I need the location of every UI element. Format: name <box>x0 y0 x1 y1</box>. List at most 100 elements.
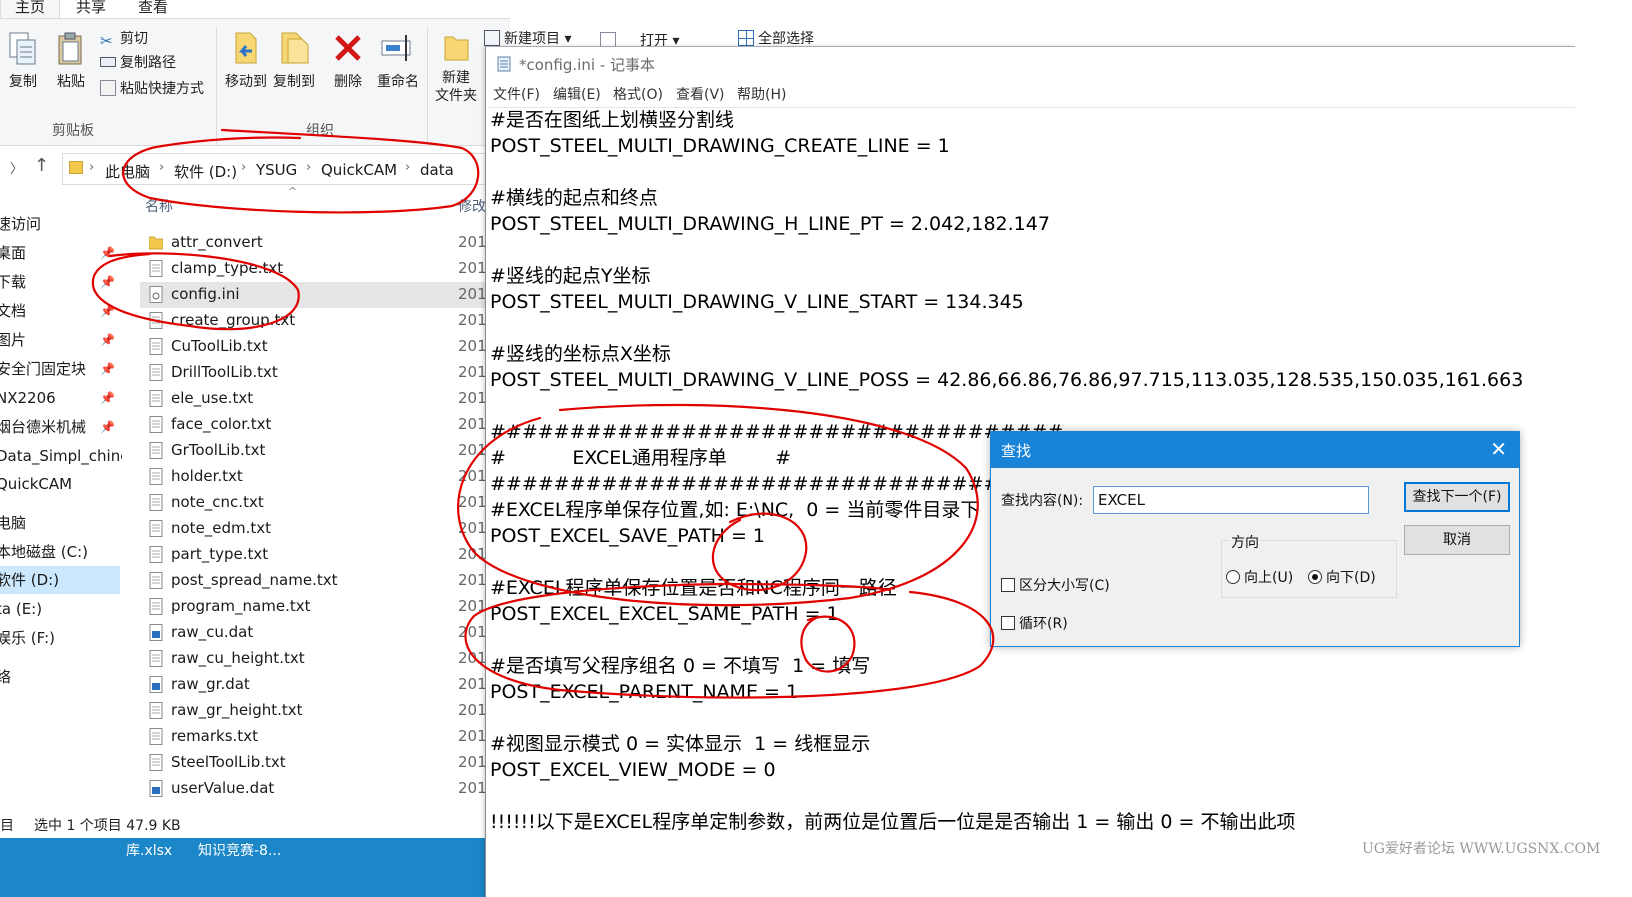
file-name: raw_cu_height.txt <box>171 649 305 667</box>
tab-share[interactable]: 共享 <box>76 0 106 18</box>
nav-item-drive-d[interactable]: 软件 (D:) <box>0 566 120 594</box>
breadcrumb-ysug[interactable]: YSUG <box>256 161 297 179</box>
file-row[interactable]: config.ini 201 <box>140 282 510 308</box>
cut-label: 剪切 <box>120 31 148 47</box>
file-date: 201 <box>458 259 487 277</box>
file-row[interactable]: note_edm.txt 201 <box>140 516 510 542</box>
file-row[interactable]: userValue.dat 201 <box>140 776 510 802</box>
file-row[interactable]: face_color.txt 201 <box>140 412 510 438</box>
file-row[interactable]: clamp_type.txt 201 <box>140 256 510 282</box>
notepad-title-bar[interactable]: *config.ini - 记事本 <box>486 47 1576 81</box>
taskbar-item-xlsx[interactable]: 库.xlsx <box>126 839 172 863</box>
nav-item-drive-e[interactable]: ta (E:) <box>0 595 120 623</box>
menu-file[interactable]: 文件(F) <box>493 84 540 104</box>
match-case-checkbox[interactable]: 区分大小写(C) <box>1001 575 1110 595</box>
breadcrumb-this-pc[interactable]: 此电脑 <box>105 161 150 182</box>
nav-item-documents[interactable]: 文档 📌 <box>0 297 120 325</box>
paste-shortcut-button[interactable]: 粘贴快捷方式 <box>100 78 204 100</box>
file-row[interactable]: ele_use.txt 201 <box>140 386 510 412</box>
file-row[interactable]: DrillToolLib.txt 201 <box>140 360 510 386</box>
find-what-input[interactable] <box>1093 486 1369 514</box>
file-name: raw_gr_height.txt <box>171 701 303 719</box>
ribbon: 复制 粘贴 ✂ 剪切 复制路径 粘贴快捷方式 剪贴板 移动到 复制到 删除 重命… <box>0 18 510 146</box>
file-row[interactable]: raw_gr_height.txt 201 <box>140 698 510 724</box>
forward-arrow-icon[interactable]: 〉 <box>10 158 23 177</box>
breadcrumb-data[interactable]: data <box>420 161 454 179</box>
file-row[interactable]: SteelToolLib.txt 201 <box>140 750 510 776</box>
move-to-icon <box>235 32 257 64</box>
file-row[interactable]: post_spread_name.txt 201 <box>140 568 510 594</box>
pin-icon: 📌 <box>100 420 115 434</box>
nav-item-quick-access[interactable]: 速访问 <box>0 210 120 238</box>
menu-edit[interactable]: 编辑(E) <box>553 84 601 104</box>
file-name: post_spread_name.txt <box>171 571 338 589</box>
direction-up-radio[interactable]: 向上(U) <box>1226 567 1293 587</box>
rename-button[interactable]: 重命名 <box>374 29 422 91</box>
text-file-icon <box>149 702 163 719</box>
cancel-button[interactable]: 取消 <box>1404 525 1510 555</box>
file-row[interactable]: attr_convert 201 <box>140 230 510 256</box>
menu-view[interactable]: 查看(V) <box>676 84 725 104</box>
nav-item-network[interactable]: 络 <box>0 663 120 691</box>
column-header-modified[interactable]: 修改 <box>458 190 486 224</box>
copy-to-button[interactable]: 复制到 <box>270 29 318 91</box>
nav-item-drive-c[interactable]: 本地磁盘 (C:) <box>0 538 120 566</box>
menu-format[interactable]: 格式(O) <box>613 84 663 104</box>
move-to-button[interactable]: 移动到 <box>222 29 270 91</box>
tab-view[interactable]: 查看 <box>138 0 168 18</box>
nav-item-quickcam[interactable]: QuickCAM <box>0 470 120 498</box>
nav-item-yantai[interactable]: 烟台德米机械 📌 <box>0 413 120 441</box>
nav-item-this-pc[interactable]: 电脑 <box>0 509 120 537</box>
taskbar-item-quiz[interactable]: 知识竞赛-8... <box>198 839 281 863</box>
text-file-icon <box>149 312 163 329</box>
new-folder-button[interactable]: 新建 文件夹 <box>432 29 480 105</box>
file-row[interactable]: program_name.txt 201 <box>140 594 510 620</box>
file-row[interactable]: raw_cu_height.txt 201 <box>140 646 510 672</box>
delete-button[interactable]: 删除 <box>330 29 366 91</box>
nav-item-label: ta (E:) <box>0 600 43 618</box>
breadcrumb-quickcam[interactable]: QuickCAM <box>321 161 397 179</box>
file-name: raw_cu.dat <box>171 623 254 641</box>
nav-item-desktop[interactable]: 桌面 📌 <box>0 239 120 267</box>
direction-down-radio[interactable]: 向下(D) <box>1308 567 1376 587</box>
paste-button[interactable]: 粘贴 <box>54 31 88 91</box>
address-bar[interactable]: › 此电脑 › 软件 (D:) › YSUG › QuickCAM › data <box>62 153 502 185</box>
nav-item-data-simpl[interactable]: Data_Simpl_chines <box>0 442 122 470</box>
taskbar: 库.xlsx 知识竞赛-8... <box>0 838 510 897</box>
nav-item-pictures[interactable]: 图片 📌 <box>0 326 120 354</box>
close-icon[interactable]: ✕ <box>1490 437 1507 461</box>
copy-button[interactable]: 复制 <box>6 31 40 91</box>
checkbox-icon <box>1001 578 1015 592</box>
nav-item-nx2206[interactable]: NX2206 📌 <box>0 384 120 412</box>
nav-item-safety-door[interactable]: 安全门固定块 📌 <box>0 355 120 383</box>
file-row[interactable]: remarks.txt 201 <box>140 724 510 750</box>
breadcrumb-drive-d[interactable]: 软件 (D:) <box>174 161 237 182</box>
find-next-button[interactable]: 查找下一个(F) <box>1404 482 1510 512</box>
file-row[interactable]: part_type.txt 201 <box>140 542 510 568</box>
nav-item-downloads[interactable]: 下载 📌 <box>0 268 120 296</box>
copy-to-icon <box>281 32 309 64</box>
file-row[interactable]: create_group.txt 201 <box>140 308 510 334</box>
file-name: clamp_type.txt <box>171 259 284 277</box>
file-row[interactable]: CuToolLib.txt 201 <box>140 334 510 360</box>
navigation-pane: 速访问 桌面 📌 下载 📌 文档 📌 图片 📌 安全门固定块 📌 NX2206 📌 烟台德米… <box>0 205 122 815</box>
file-row[interactable]: note_cnc.txt 201 <box>140 490 510 516</box>
file-row[interactable]: raw_cu.dat 201 <box>140 620 510 646</box>
rename-icon <box>381 35 411 61</box>
notepad-icon <box>497 56 511 72</box>
copy-path-label: 复制路径 <box>120 55 176 71</box>
file-row[interactable]: raw_gr.dat 201 <box>140 672 510 698</box>
nav-item-drive-f[interactable]: 娱乐 (F:) <box>0 624 120 652</box>
file-name: CuToolLib.txt <box>171 337 268 355</box>
wrap-checkbox[interactable]: 循环(R) <box>1001 613 1068 633</box>
copy-path-button[interactable]: 复制路径 <box>100 52 176 74</box>
file-name: raw_gr.dat <box>171 675 250 693</box>
up-arrow-icon[interactable]: ↑ <box>34 155 49 176</box>
file-row[interactable]: holder.txt 201 <box>140 464 510 490</box>
cut-button[interactable]: ✂ 剪切 <box>100 28 148 50</box>
menu-help[interactable]: 帮助(H) <box>737 84 786 104</box>
column-header-name[interactable]: 名称 <box>145 190 173 224</box>
find-dialog-title-bar[interactable]: 查找 ✕ <box>991 432 1519 468</box>
file-row[interactable]: GrToolLib.txt 201 <box>140 438 510 464</box>
tab-home[interactable]: 主页 <box>0 0 61 18</box>
